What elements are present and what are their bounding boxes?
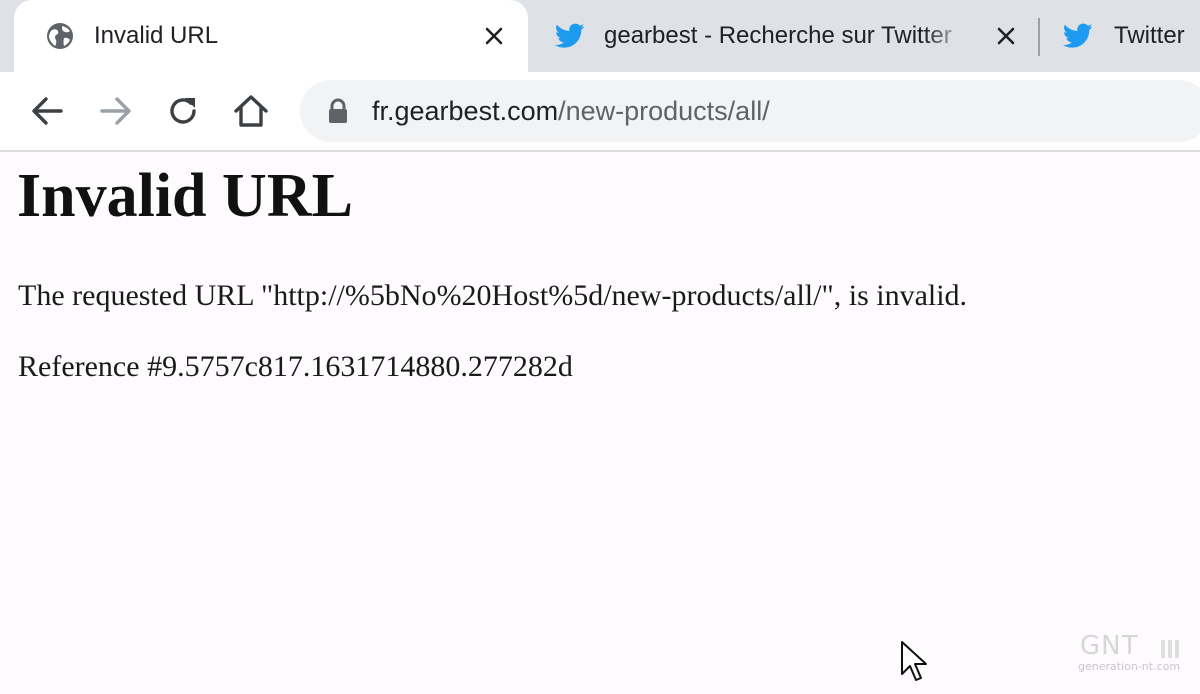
signal-bars-icon [1161,640,1179,658]
url-text[interactable]: fr.gearbest.com/new-products/all/ [372,93,770,129]
tab-title: Invalid URL [94,22,219,49]
url-path: /new-products/all/ [558,96,770,126]
forward-button[interactable] [96,91,136,131]
tab-strip: Invalid URL gearbest - Recherche sur Twi… [0,0,1200,72]
twitter-bird-icon [1062,20,1094,52]
reload-button[interactable] [163,91,203,131]
back-button[interactable] [27,91,67,131]
watermark: GNT generation-nt.com [1076,632,1188,676]
back-arrow-icon [32,97,63,125]
address-bar[interactable]: fr.gearbest.com/new-products/all/ [300,80,1200,142]
tab-twitter[interactable]: Twitter [1042,0,1200,72]
error-message: The requested URL "http://%5bNo%20Host%5… [18,279,968,312]
watermark-domain: generation-nt.com [1078,660,1181,673]
mouse-cursor-icon [901,641,927,681]
tab-separator [1038,18,1040,56]
tab-invalid-url[interactable]: Invalid URL [14,0,528,72]
watermark-logo: GNT [1080,631,1139,661]
twitter-bird-icon [554,20,586,52]
lock-icon[interactable] [326,98,350,124]
close-tab-icon[interactable] [480,22,508,50]
tab-title: gearbest - Recherche sur Twitter [604,22,952,49]
tab-gearbest-twitter-search[interactable]: gearbest - Recherche sur Twitter [536,0,1036,72]
globe-icon [44,20,76,52]
home-icon [234,95,268,127]
reference-text: Reference #9.5757c817.1631714880.277282d [18,350,573,383]
browser-toolbar: fr.gearbest.com/new-products/all/ [0,72,1200,152]
url-host: fr.gearbest.com [372,96,559,126]
page-title: Invalid URL [17,162,353,230]
close-tab-icon[interactable] [992,22,1020,50]
tab-title: Twitter [1114,22,1185,49]
page-content: Invalid URL The requested URL "http://%5… [0,152,1200,694]
reload-icon [170,98,196,124]
home-button[interactable] [231,91,271,131]
forward-arrow-icon [100,97,131,125]
